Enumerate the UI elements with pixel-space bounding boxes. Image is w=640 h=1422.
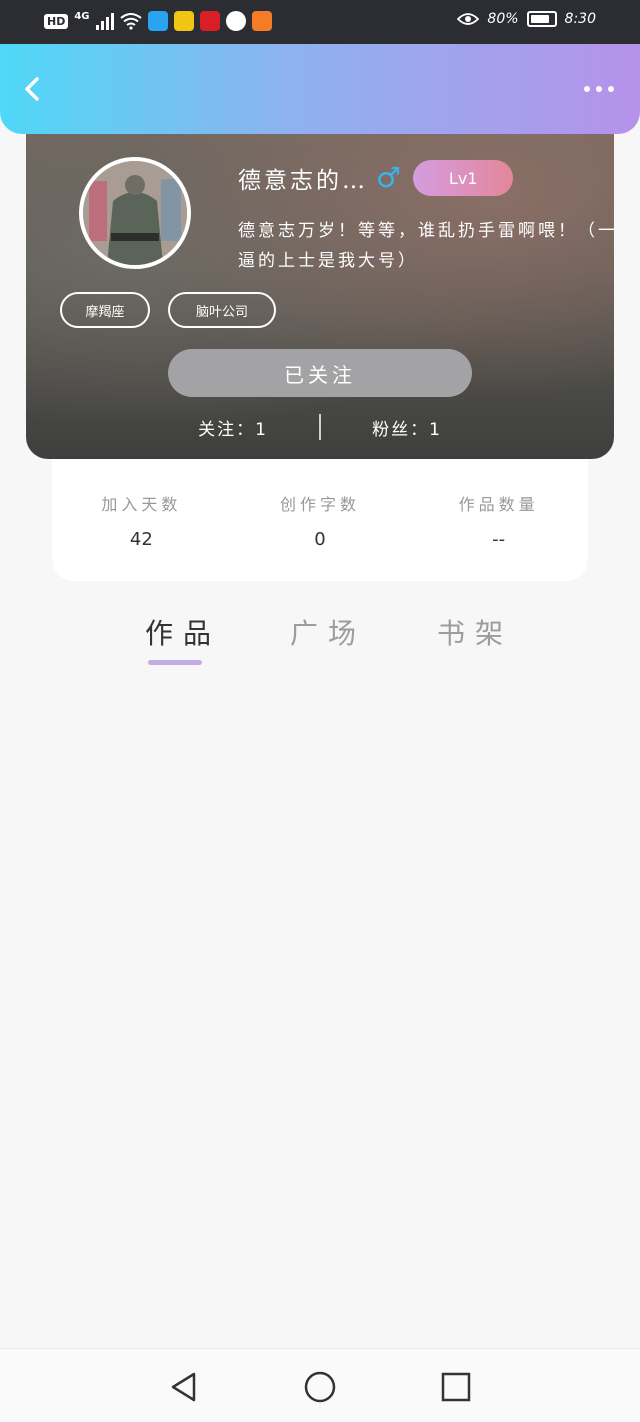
stat-label: 作品数量 bbox=[458, 495, 539, 514]
bio-line-2: 逼的上士是我大号） bbox=[238, 251, 418, 271]
profile-card: 德意志的… ♂ Lv1 德意志万岁！等等，谁乱扔手雷啊喂！（一 逼的上士是我大号… bbox=[26, 104, 614, 459]
top-header bbox=[0, 44, 640, 134]
tag-list: 摩羯座 脑叶公司 bbox=[60, 292, 276, 328]
tab-square[interactable]: 广场 bbox=[290, 612, 366, 652]
app-news-icon bbox=[199, 11, 220, 31]
chevron-left-icon[interactable] bbox=[18, 74, 48, 104]
clock: 8:30 bbox=[564, 11, 596, 27]
follow-counts: 关注：1 粉丝：1 bbox=[26, 414, 614, 440]
stat-label: 加入天数 bbox=[101, 495, 182, 514]
status-right: 80% 8:30 bbox=[457, 11, 596, 27]
stats-card: 加入天数 42 创作字数 0 作品数量 -- bbox=[52, 459, 588, 581]
stat-value: 42 bbox=[129, 529, 153, 550]
status-bar: HD 4G 80% 8:30 bbox=[0, 0, 640, 44]
bio-line-1: 德意志万岁！等等，谁乱扔手雷啊喂！（一 bbox=[238, 221, 614, 241]
network-type: 4G bbox=[74, 10, 90, 22]
status-left: HD 4G bbox=[44, 11, 272, 31]
more-dots-icon[interactable] bbox=[584, 86, 614, 92]
battery-icon bbox=[526, 11, 557, 27]
stat-value: 0 bbox=[314, 529, 326, 550]
stat-label: 创作字数 bbox=[280, 495, 361, 514]
app-chat-icon bbox=[173, 11, 194, 31]
followers-count[interactable]: 粉丝：1 bbox=[337, 415, 477, 440]
hd-badge: HD bbox=[44, 13, 69, 29]
wifi-icon bbox=[119, 13, 142, 30]
count-divider bbox=[319, 414, 321, 440]
eye-comfort-percent: 80% bbox=[487, 11, 519, 27]
app-search-icon bbox=[147, 11, 168, 31]
circle-home-icon[interactable] bbox=[304, 1371, 336, 1403]
tag-zodiac[interactable]: 摩羯座 bbox=[60, 292, 150, 328]
profile-tabs: 作品 广场 书架 bbox=[0, 612, 640, 672]
stat-join-days: 加入天数 42 bbox=[52, 459, 231, 581]
app-video-icon bbox=[251, 11, 272, 31]
male-gender-icon: ♂ bbox=[376, 161, 402, 194]
soldier-avatar-image bbox=[83, 161, 187, 265]
following-count[interactable]: 关注：1 bbox=[163, 415, 303, 440]
nickname: 德意志的… bbox=[238, 168, 368, 194]
app-ball-icon bbox=[225, 11, 246, 31]
triangle-back-icon[interactable] bbox=[168, 1371, 200, 1403]
follow-button[interactable]: 已关注 bbox=[168, 349, 472, 397]
stat-works-count: 作品数量 -- bbox=[409, 459, 588, 581]
level-badge: Lv1 bbox=[413, 160, 514, 196]
signal-icon bbox=[95, 12, 114, 30]
bio: 德意志万岁！等等，谁乱扔手雷啊喂！（一 逼的上士是我大号） bbox=[238, 216, 614, 276]
avatar[interactable] bbox=[79, 157, 191, 269]
system-nav-bar bbox=[0, 1348, 640, 1422]
stat-value: -- bbox=[492, 529, 506, 550]
square-recent-icon[interactable] bbox=[440, 1371, 472, 1403]
tab-bookshelf[interactable]: 书架 bbox=[437, 612, 513, 652]
tab-works[interactable]: 作品 bbox=[145, 612, 221, 652]
nickname-row: 德意志的… ♂ Lv1 bbox=[238, 160, 514, 196]
stat-word-count: 创作字数 0 bbox=[231, 459, 410, 581]
active-tab-indicator bbox=[148, 660, 202, 665]
tag-company[interactable]: 脑叶公司 bbox=[168, 292, 276, 328]
eye-icon bbox=[457, 13, 480, 25]
